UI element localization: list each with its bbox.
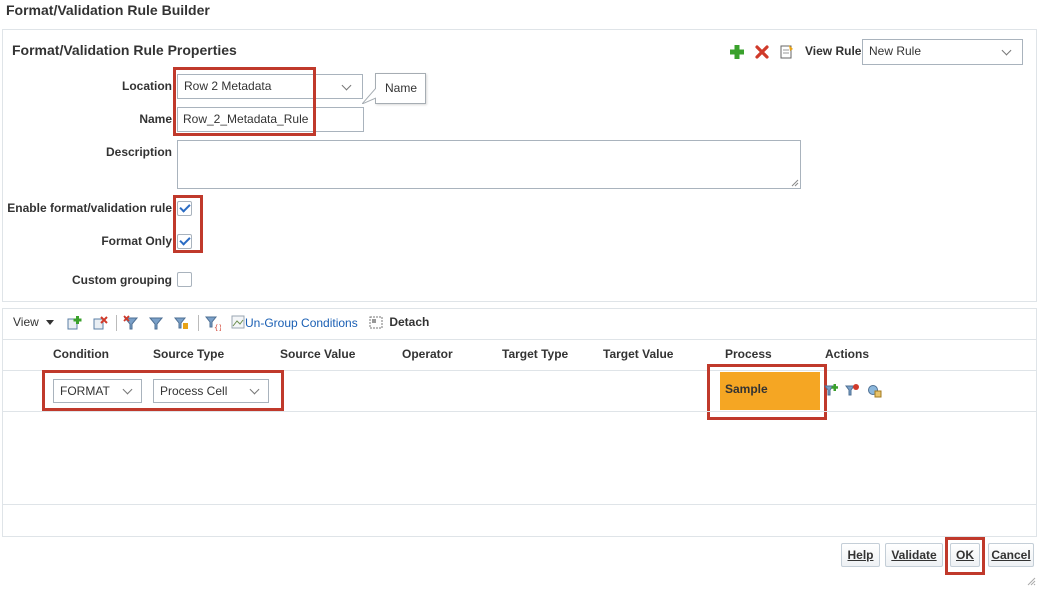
col-header-operator: Operator [402,347,453,361]
toolbar-separator [116,315,117,331]
dialog-resize-grip-icon[interactable] [1026,575,1036,586]
format-only-label: Format Only [101,234,172,248]
col-header-source-value: Source Value [280,347,356,361]
view-rule-select[interactable]: New Rule [862,39,1023,65]
col-header-process: Process [725,347,772,361]
name-label: Name [139,112,172,126]
location-label: Location [122,79,172,93]
col-header-source-type: Source Type [153,347,225,361]
view-menu-label: View [13,315,39,329]
chevron-down-icon [341,80,352,91]
add-action-icon[interactable] [824,383,838,397]
validate-button[interactable]: Validate [885,543,943,567]
ungroup-conditions-link[interactable]: Un-Group Conditions [231,315,358,330]
highlight-checkboxes [173,195,203,253]
dialog-title: Format/Validation Rule Builder [6,2,210,18]
enable-rule-label: Enable format/validation rule [7,201,172,215]
help-button[interactable]: Help [841,543,880,567]
detach-button[interactable]: Detach [369,315,429,329]
view-rule-value: New Rule [869,44,922,58]
custom-grouping-checkbox[interactable] [177,272,192,287]
add-rule-icon[interactable] [729,44,745,60]
conditions-panel [2,308,1037,537]
detach-label: Detach [389,315,430,329]
view-rule-label: View Rule [805,44,862,58]
delete-condition-icon[interactable] [92,315,108,331]
chevron-down-icon [1001,45,1012,56]
row-divider [3,411,1036,412]
edit-rule-icon[interactable] [779,43,795,60]
ungroup-filter-icon[interactable]: {} [204,315,223,332]
highlight-location-name [173,67,316,136]
highlight-condition-row [42,370,284,411]
resize-grip-icon[interactable] [791,179,799,187]
col-header-target-value: Target Value [603,347,674,361]
description-label: Description [105,145,172,159]
name-tooltip-text: Name [385,81,418,95]
properties-title: Format/Validation Rule Properties [12,42,237,58]
highlight-ok [945,537,985,575]
view-menu[interactable]: View [13,315,55,331]
remove-action-icon[interactable] [845,383,859,397]
cancel-button[interactable]: Cancel [988,543,1034,567]
col-header-condition: Condition [53,347,109,361]
name-tooltip: Name [375,73,426,104]
tooltip-pointer [361,87,377,105]
delete-group-icon[interactable] [123,315,139,331]
table-bottom-divider [3,504,1036,505]
toolbar-divider [3,339,1036,340]
col-header-actions: Actions [825,347,870,361]
group-conditions-icon[interactable] [148,315,164,331]
svg-text:{}: {} [214,324,221,331]
broken-image-icon [231,315,245,329]
description-textarea[interactable] [177,140,801,189]
copy-action-icon[interactable] [867,383,882,398]
toolbar-separator [198,315,199,331]
add-condition-icon[interactable] [66,315,82,331]
delete-rule-icon[interactable] [754,44,770,60]
filter-edit-icon[interactable] [173,315,189,331]
detach-icon [369,316,383,329]
custom-grouping-label: Custom grouping [72,273,172,287]
col-header-target-type: Target Type [502,347,569,361]
ungroup-conditions-label: Un-Group Conditions [245,316,358,330]
caret-down-icon [46,320,55,325]
